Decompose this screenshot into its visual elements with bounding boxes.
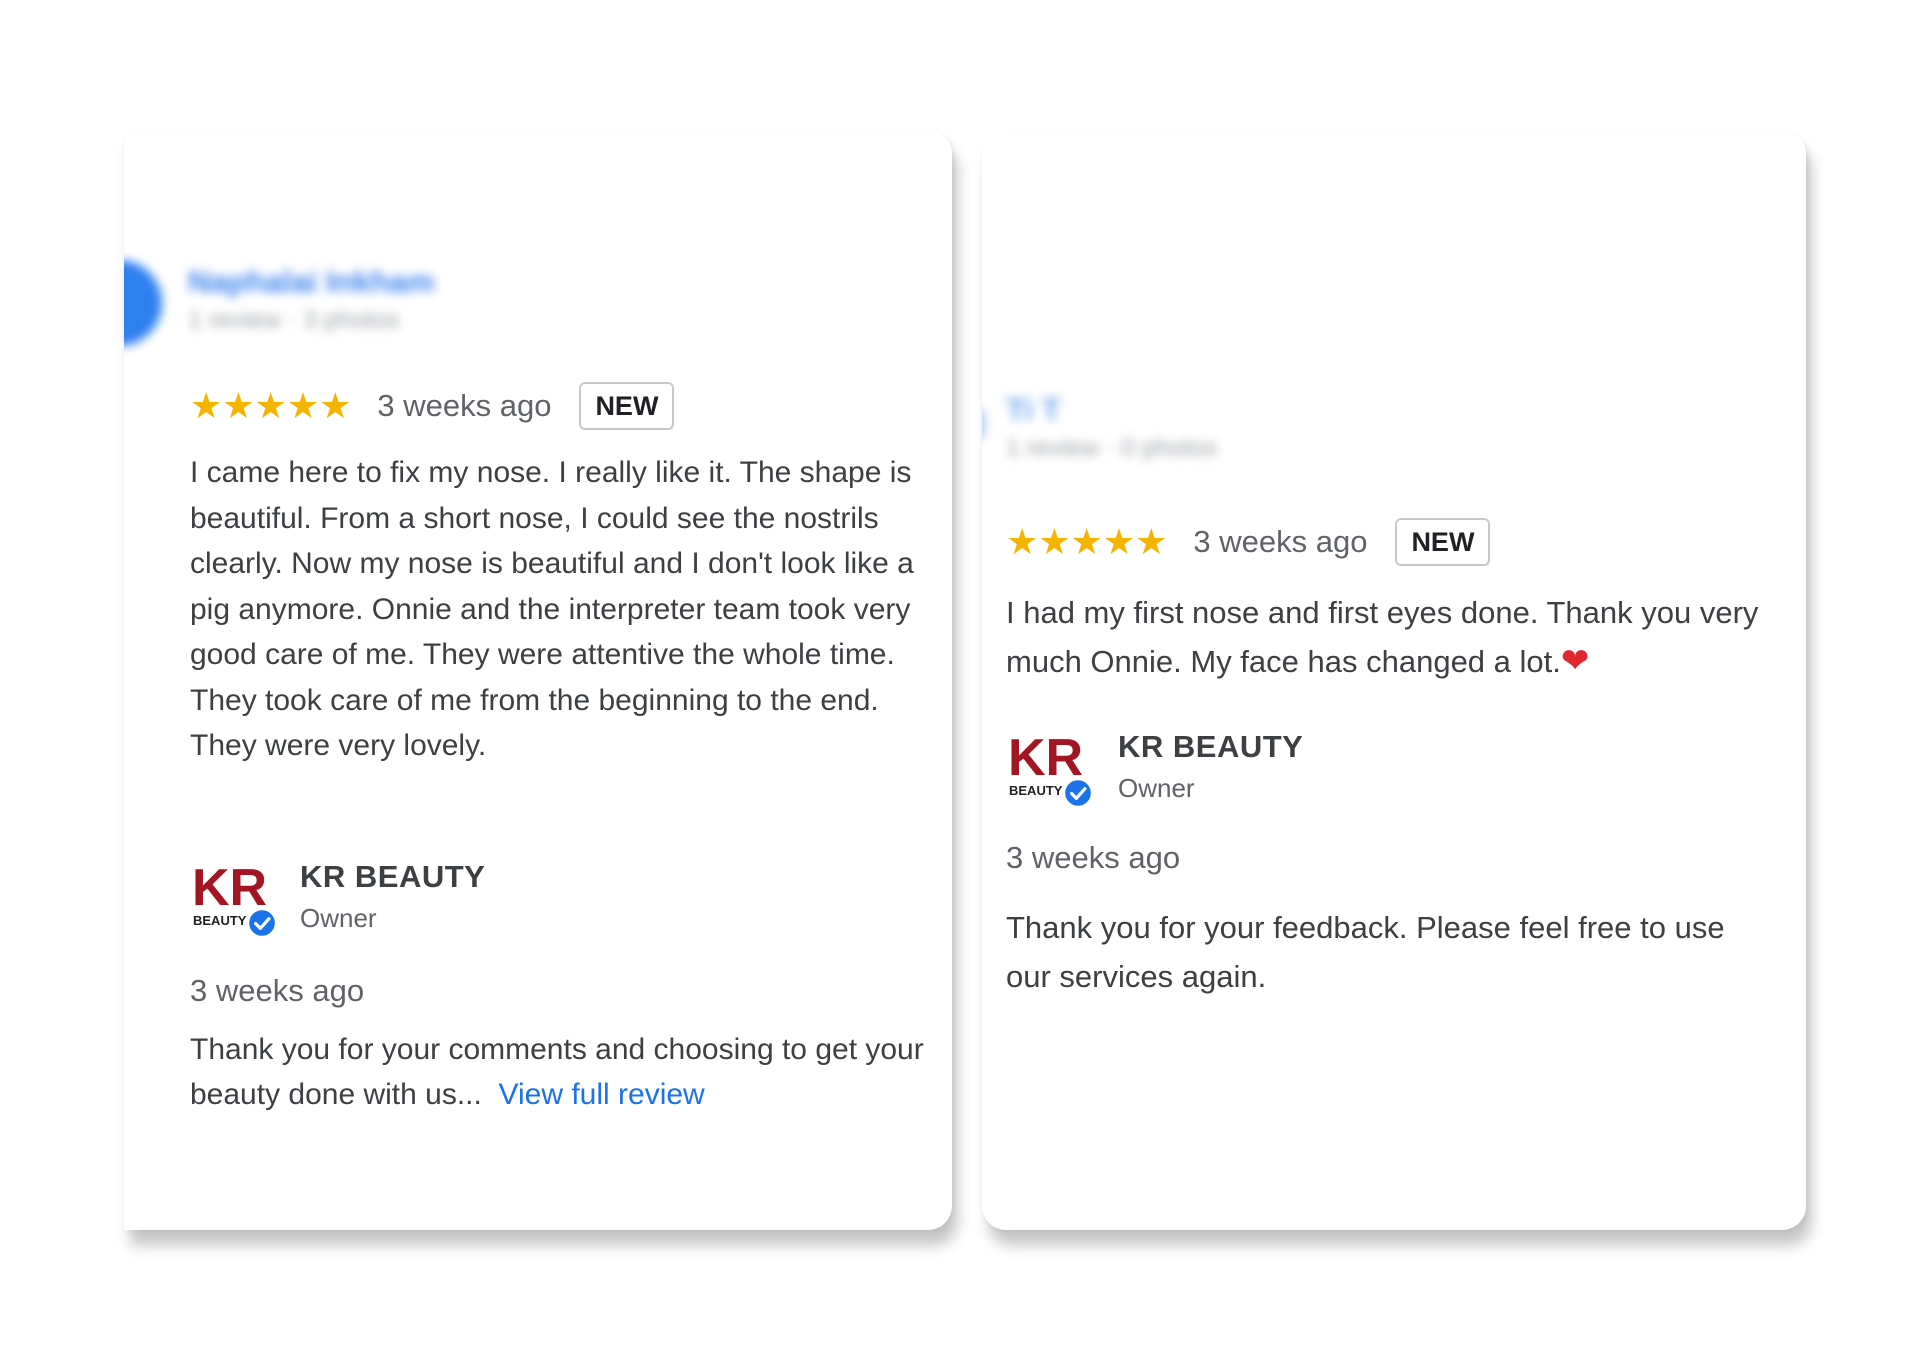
review-text: I had my first nose and first eyes done.…	[1006, 588, 1796, 686]
owner-name: KR BEAUTY	[300, 859, 486, 894]
verified-check-icon	[1063, 778, 1093, 808]
reviewer-name[interactable]: Ti T	[1006, 392, 1061, 428]
verified-check-icon	[247, 908, 277, 938]
reviewer-meta: 1 review · 3 photos	[188, 306, 400, 334]
review-time: 3 weeks ago	[377, 388, 552, 423]
review-text-body: I had my first nose and first eyes done.…	[1006, 595, 1759, 679]
reviewer-header[interactable]: Naphalai Inkham 1 review · 3 photos	[124, 260, 544, 350]
reviewer-name[interactable]: Naphalai Inkham	[188, 264, 434, 300]
owner-role: Owner	[300, 903, 377, 933]
view-full-review-link[interactable]: View full review	[499, 1078, 705, 1111]
star-icon: ★★★★★	[1006, 521, 1168, 562]
review-screenshot-stage: Naphalai Inkham 1 review · 3 photos ★★★★…	[0, 0, 1920, 1355]
owner-reply-text: Thank you for your feedback. Please feel…	[1006, 910, 1725, 994]
review-time: 3 weeks ago	[1193, 524, 1368, 559]
owner-name: KR BEAUTY	[1118, 729, 1304, 764]
review-card-1: Naphalai Inkham 1 review · 3 photos ★★★★…	[124, 130, 952, 1230]
reviewer-header[interactable]: Ti T 1 review · 0 photos	[982, 392, 1402, 482]
review-card-2: Ti T 1 review · 0 photos ★★★★★ 3 weeks a…	[982, 130, 1806, 1230]
logo-text-beauty: BEAUTY	[1009, 783, 1063, 798]
logo-text-beauty: BEAUTY	[193, 913, 247, 928]
star-icon: ★★★★★	[190, 385, 352, 426]
star-rating: ★★★★★	[190, 388, 351, 424]
rating-row: ★★★★★ 3 weeks ago NEW	[1006, 518, 1491, 566]
new-badge: NEW	[1395, 518, 1491, 566]
reviewer-avatar[interactable]	[982, 402, 986, 446]
owner-response-header: KR BEAUTY KR BEAUTY Owner	[190, 855, 790, 955]
owner-role: Owner	[1118, 773, 1195, 803]
reviewer-meta: 1 review · 0 photos	[1006, 434, 1218, 462]
owner-reply-time: 3 weeks ago	[1006, 840, 1181, 875]
reviewer-avatar[interactable]	[124, 260, 162, 346]
owner-reply-text: Thank you for your comments and choosing…	[190, 1027, 950, 1117]
star-rating: ★★★★★	[1006, 524, 1167, 560]
review-text: I came here to fix my nose. I really lik…	[190, 456, 914, 762]
owner-response-header: KR BEAUTY KR BEAUTY Owner	[1006, 725, 1606, 825]
rating-row: ★★★★★ 3 weeks ago NEW	[190, 382, 675, 430]
red-heart-icon: ❤	[1560, 642, 1590, 680]
new-badge: NEW	[579, 382, 675, 430]
owner-reply-time: 3 weeks ago	[190, 973, 365, 1008]
